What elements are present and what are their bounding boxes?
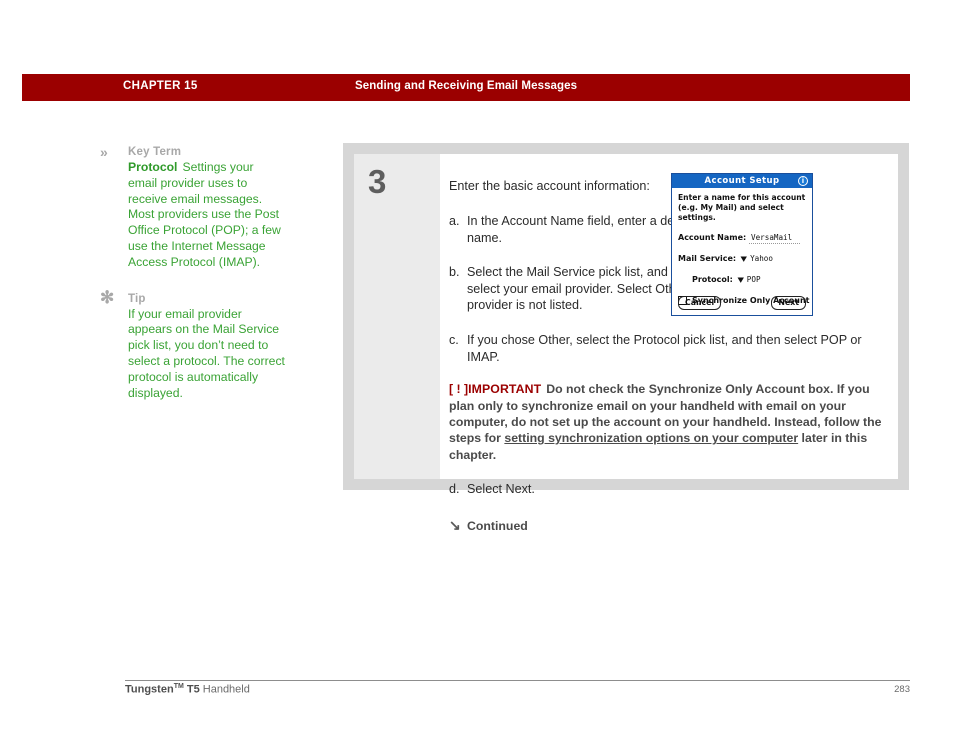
substep-d-marker: d. [449,482,460,497]
pda-title-bar: Account Setup i [672,174,812,188]
step-number: 3 [368,163,387,200]
pda-protocol-label: Protocol: [692,275,733,284]
cross-reference-link[interactable]: setting synchronization options on your … [504,431,798,445]
sidebar-tip-body: If your email provider appears on the Ma… [128,306,285,400]
pda-account-name-label: Account Name: [678,233,747,242]
pda-account-name-value[interactable]: VersaMail [749,232,801,244]
substep-d: d. Select Next. [449,481,884,498]
pda-mail-service-value[interactable]: Yahoo [750,254,773,263]
pda-field-mail-service: Mail Service: ▼ Yahoo [678,253,806,265]
continued-label: Continued [467,518,528,533]
header-chapter-label: CHAPTER 15 [123,80,198,92]
chevron-down-icon-mail-service[interactable]: ▼ [740,254,746,265]
pda-screenshot-account-setup: Account Setup i Enter a name for this ac… [671,173,813,316]
trademark-icon: TM [173,683,184,690]
footer-page-number: 283 [894,684,910,695]
pda-title: Account Setup [704,176,780,186]
sidebar-notes: » Key Term Protocol Settings your email p… [100,144,285,415]
pda-body: Enter a name for this account (e.g. My M… [672,188,812,315]
substep-b-marker: b. [449,265,460,280]
substep-c-text: If you chose Other, select the Protocol … [467,332,862,364]
sidebar-block-key-term: » Key Term Protocol Settings your email p… [100,144,285,271]
footer-model: T5 [183,683,200,696]
key-term-name: Protocol [128,160,178,174]
footer-product-type: Handheld [199,683,250,696]
asterisk-icon: ✻ [100,287,115,307]
sidebar-block-tip: ✻ Tip If your email provider appears on … [100,287,285,402]
footer-product-label: TungstenTM T5 Handheld [125,683,250,696]
footer-divider [125,680,910,681]
substep-a-marker: a. [449,214,460,228]
sidebar-tip-label: Tip [128,292,146,305]
arrow-down-right-icon: ↘ [449,516,461,533]
pda-button-row: Cancel Next [678,296,806,310]
important-note: [ ! ]IMPORTANT Do not check the Synchroni… [449,381,884,463]
pda-next-button[interactable]: Next [771,296,806,310]
pda-field-account-name: Account Name: VersaMail [678,232,806,244]
step-panel-inner: 3 Enter the basic account information: a… [354,154,898,533]
important-bracket-icon: [ ! ] [449,382,469,397]
important-label: IMPORTANT [468,382,542,397]
header-chapter-title: Sending and Receiving Email Messages [355,80,578,92]
pda-cancel-button[interactable]: Cancel [678,296,722,310]
sidebar-key-term-label: Key Term [128,146,182,158]
chevron-down-icon-protocol[interactable]: ▼ [737,275,743,286]
pda-field-protocol: Protocol: ▼ POP [678,274,806,286]
pda-protocol-value[interactable]: POP [747,275,761,284]
step-intro-text: Enter the basic account information: [449,179,650,193]
pda-description: Enter a name for this account (e.g. My M… [678,193,806,222]
page-header-bar: CHAPTER 15 Sending and Receiving Email M… [22,74,910,101]
substep-c: c. If you chose Other, select the Protoc… [449,332,884,365]
key-term-definition: Settings your email provider uses to rec… [128,160,281,269]
step-panel: 3 Enter the basic account information: a… [343,143,909,533]
substep-c-marker: c. [449,332,459,347]
step-number-column: 3 [354,154,440,479]
continued-row: ↘ Continued [449,516,884,534]
step-content-column: Enter the basic account information: a. … [440,154,898,533]
double-chevron-icon: » [100,144,108,160]
pda-mail-service-label: Mail Service: [678,254,737,263]
substep-d-text: Select Next. [467,482,535,497]
info-icon[interactable]: i [798,176,808,186]
sidebar-key-term-body: Protocol Settings your email provider use… [128,160,285,271]
footer-brand: Tungsten [125,683,174,696]
